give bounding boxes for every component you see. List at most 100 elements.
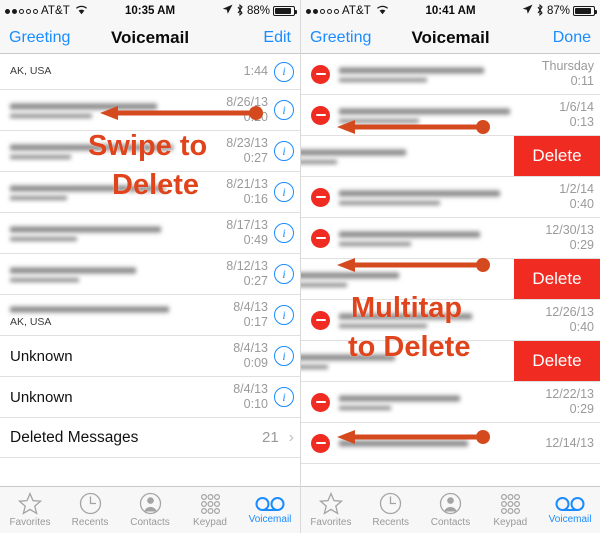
table-row[interactable]: 12/30/13 0:29 <box>301 218 600 259</box>
left-voicemail-list[interactable]: AK, USA 1:44 i 8/26/13 0:20 i 8/23/13 0:… <box>0 54 300 486</box>
row-date: 8/17/13 <box>226 218 268 232</box>
table-row-swiped[interactable]: Delete <box>301 259 600 300</box>
delete-minus-icon[interactable] <box>311 187 330 207</box>
table-row[interactable]: 8/26/13 0:20 i <box>0 90 300 131</box>
tab-keypad[interactable]: Keypad <box>480 487 540 533</box>
deleted-messages-label: Deleted Messages <box>10 429 139 446</box>
battery-icon <box>273 6 297 16</box>
table-row[interactable]: 12/22/13 0:29 <box>301 382 600 423</box>
delete-minus-icon[interactable] <box>311 433 330 453</box>
row-title-redacted <box>339 312 472 321</box>
greeting-button[interactable]: Greeting <box>310 29 371 47</box>
row-title-redacted <box>10 225 161 234</box>
row-duration: 0:10 <box>243 397 268 411</box>
tab-contacts[interactable]: Contacts <box>120 487 180 533</box>
tab-label: Favorites <box>310 517 352 528</box>
row-subtitle: AK, USA <box>10 65 52 77</box>
location-arrow-icon <box>222 4 233 18</box>
info-icon[interactable]: i <box>274 182 294 202</box>
row-meta-group: 12/14/13 <box>540 436 594 451</box>
info-icon[interactable]: i <box>274 223 294 243</box>
table-row[interactable]: 1/6/14 0:13 <box>301 95 600 136</box>
info-icon[interactable]: i <box>274 61 294 82</box>
tab-recents[interactable]: Recents <box>60 487 120 533</box>
table-row[interactable]: Unknown 8/4/13 0:10 i <box>0 377 300 418</box>
row-content <box>10 172 214 212</box>
delete-minus-icon[interactable] <box>311 392 330 412</box>
tab-keypad[interactable]: Keypad <box>180 487 240 533</box>
row-content: Deleted Messages <box>10 418 262 457</box>
row-subtitle-redacted <box>339 405 392 411</box>
row-meta-group: 1:44 i <box>214 61 294 82</box>
row-content: AK, USA <box>10 54 214 89</box>
right-tab-bar[interactable]: Favorites Recents Contacts Keypad Voicem… <box>301 486 600 533</box>
row-duration: 0:40 <box>569 197 594 211</box>
row-duration: 0:49 <box>243 233 268 247</box>
row-content <box>339 218 540 258</box>
star-icon <box>18 492 42 515</box>
delete-minus-icon[interactable] <box>311 105 330 125</box>
row-duration: 0:17 <box>243 315 268 329</box>
row-title-redacted <box>339 394 460 403</box>
tab-contacts[interactable]: Contacts <box>421 487 481 533</box>
tab-favorites[interactable]: Favorites <box>0 487 60 533</box>
table-row[interactable]: 1/2/14 0:40 <box>301 177 600 218</box>
row-meta: 8/4/13 0:10 <box>214 382 268 412</box>
row-meta-group: 12/30/13 0:29 <box>540 223 594 253</box>
tab-voicemail[interactable]: Voicemail <box>240 487 300 533</box>
info-icon[interactable]: i <box>274 387 294 407</box>
left-status-carrier-group: AT&T <box>5 5 88 18</box>
table-row[interactable]: 8/23/13 0:27 i <box>0 131 300 172</box>
delete-minus-icon[interactable] <box>311 64 330 84</box>
table-row[interactable]: 8/17/13 0:49 i <box>0 213 300 254</box>
table-row-swiped[interactable]: Delete <box>301 341 600 382</box>
row-title-redacted <box>339 439 468 448</box>
info-icon[interactable]: i <box>274 264 294 284</box>
tab-favorites[interactable]: Favorites <box>301 487 361 533</box>
table-row[interactable]: 8/21/13 0:16 i <box>0 172 300 213</box>
table-row[interactable]: 12/14/13 <box>301 423 600 464</box>
deleted-messages-row[interactable]: Deleted Messages 21 › <box>0 418 300 458</box>
info-icon[interactable]: i <box>274 141 294 161</box>
table-row[interactable]: AK, USA 8/4/13 0:17 i <box>0 295 300 336</box>
left-tab-bar[interactable]: Favorites Recents Contacts Keypad Voicem… <box>0 486 300 533</box>
row-title-redacted <box>10 102 157 111</box>
greeting-button[interactable]: Greeting <box>9 29 70 47</box>
clock-icon <box>379 492 402 515</box>
info-icon[interactable]: i <box>274 305 294 325</box>
table-row[interactable]: Thursday 0:11 <box>301 54 600 95</box>
table-row[interactable]: Unknown 8/4/13 0:09 i <box>0 336 300 377</box>
row-meta-group: 1/2/14 0:40 <box>540 182 594 212</box>
delete-button[interactable]: Delete <box>514 341 600 381</box>
voicemail-icon <box>555 495 585 512</box>
row-meta-group: 8/4/13 0:10 i <box>214 382 294 412</box>
left-nav-bar: Greeting Voicemail Edit <box>0 22 300 54</box>
row-content <box>301 136 514 176</box>
row-subtitle-redacted <box>301 282 347 288</box>
row-meta-group: 21 › <box>262 429 294 447</box>
table-row[interactable]: AK, USA 1:44 i <box>0 54 300 90</box>
table-row[interactable]: 12/26/13 0:40 <box>301 300 600 341</box>
edit-button[interactable]: Edit <box>263 29 291 47</box>
info-icon[interactable]: i <box>274 100 294 120</box>
row-title: Unknown <box>10 388 73 406</box>
delete-button[interactable]: Delete <box>514 259 600 299</box>
row-duration: 0:29 <box>569 402 594 416</box>
clock-icon <box>79 492 102 515</box>
location-arrow-icon <box>522 4 533 18</box>
row-meta: 8/12/13 0:27 <box>214 259 268 289</box>
tab-voicemail[interactable]: Voicemail <box>540 487 600 533</box>
info-icon[interactable]: i <box>274 346 294 366</box>
row-duration: 0:27 <box>243 151 268 165</box>
row-date: 8/4/13 <box>233 382 268 396</box>
table-row[interactable]: 8/12/13 0:27 i <box>0 254 300 295</box>
done-button[interactable]: Done <box>553 29 591 47</box>
chevron-right-icon: › <box>288 428 294 446</box>
delete-minus-icon[interactable] <box>311 228 330 248</box>
table-row-swiped[interactable]: Delete <box>301 136 600 177</box>
tab-label: Contacts <box>430 517 471 528</box>
delete-button[interactable]: Delete <box>514 136 600 176</box>
right-voicemail-list[interactable]: Thursday 0:11 1/6/14 0:13 Delete 1/2/14 … <box>301 54 600 486</box>
tab-recents[interactable]: Recents <box>361 487 421 533</box>
delete-minus-icon[interactable] <box>311 310 330 330</box>
